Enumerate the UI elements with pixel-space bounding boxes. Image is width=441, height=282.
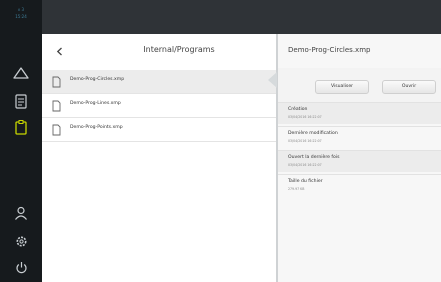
info-value: 279.97 KB xyxy=(288,187,305,191)
file-icon xyxy=(52,124,61,136)
status-indicator: ʌ 3 15:24 xyxy=(4,6,38,20)
file-details-panel: Demo-Prog-Circles.xmp Visualiser Ouvrir … xyxy=(278,34,441,282)
info-last-opened: Ouvert la dernière fois 03/04/2016 16:22… xyxy=(278,150,441,172)
status-line-1: ʌ 3 xyxy=(17,7,25,12)
chevron-left-icon xyxy=(56,47,62,55)
file-icon xyxy=(52,100,61,112)
info-value: 03/04/2016 16:22:07 xyxy=(288,139,322,143)
info-value: 03/04/2016 16:22:07 xyxy=(288,115,322,119)
detail-actions: Visualiser Ouvrir xyxy=(278,68,441,102)
user-icon[interactable] xyxy=(7,202,35,224)
warning-triangle-icon[interactable] xyxy=(7,62,35,84)
info-label: Création xyxy=(288,107,308,112)
file-name: Demo-Prog-Circles.xmp xyxy=(70,77,125,82)
selection-pointer xyxy=(268,72,277,88)
sidebar-rail: ʌ 3 15:24 xyxy=(0,0,42,282)
main-content: Internal/Programs Demo-Prog-Circles.xmp … xyxy=(42,34,441,282)
app-window: ʌ 3 15:24 Internal/Programs Demo-Prog-Ci… xyxy=(0,0,441,282)
file-row-demo-prog-points[interactable]: Demo-Prog-Points.xmp xyxy=(42,118,276,142)
power-icon[interactable] xyxy=(7,256,35,278)
info-creation: Création 03/04/2016 16:22:07 xyxy=(278,102,441,124)
open-button[interactable]: Ouvrir xyxy=(382,80,436,94)
info-last-modified: Dernière modification 03/04/2016 16:22:0… xyxy=(278,126,441,148)
info-file-size: Taille du fichier 279.97 KB xyxy=(278,174,441,196)
back-button[interactable] xyxy=(50,42,68,60)
visualiser-button[interactable]: Visualiser xyxy=(315,80,369,94)
info-label: Dernière modification xyxy=(288,131,338,136)
file-icon xyxy=(52,76,61,88)
info-label: Ouvert la dernière fois xyxy=(288,155,340,160)
file-browser-header: Internal/Programs xyxy=(42,34,276,68)
status-time: 15:24 xyxy=(15,14,27,19)
file-browser: Internal/Programs Demo-Prog-Circles.xmp … xyxy=(42,34,276,282)
document-icon[interactable] xyxy=(7,90,35,112)
file-row-demo-prog-circles[interactable]: Demo-Prog-Circles.xmp xyxy=(42,70,276,94)
info-label: Taille du fichier xyxy=(288,179,323,184)
folder-path-title: Internal/Programs xyxy=(143,45,215,54)
file-name: Demo-Prog-Lines.xmp xyxy=(70,101,121,106)
info-value: 03/04/2016 16:22:07 xyxy=(288,163,322,167)
clipboard-icon[interactable] xyxy=(7,116,35,138)
settings-icon[interactable] xyxy=(7,230,35,252)
file-name: Demo-Prog-Points.xmp xyxy=(70,125,123,130)
top-bar xyxy=(42,0,441,34)
file-row-demo-prog-lines[interactable]: Demo-Prog-Lines.xmp xyxy=(42,94,276,118)
detail-file-title: Demo-Prog-Circles.xmp xyxy=(288,46,371,54)
